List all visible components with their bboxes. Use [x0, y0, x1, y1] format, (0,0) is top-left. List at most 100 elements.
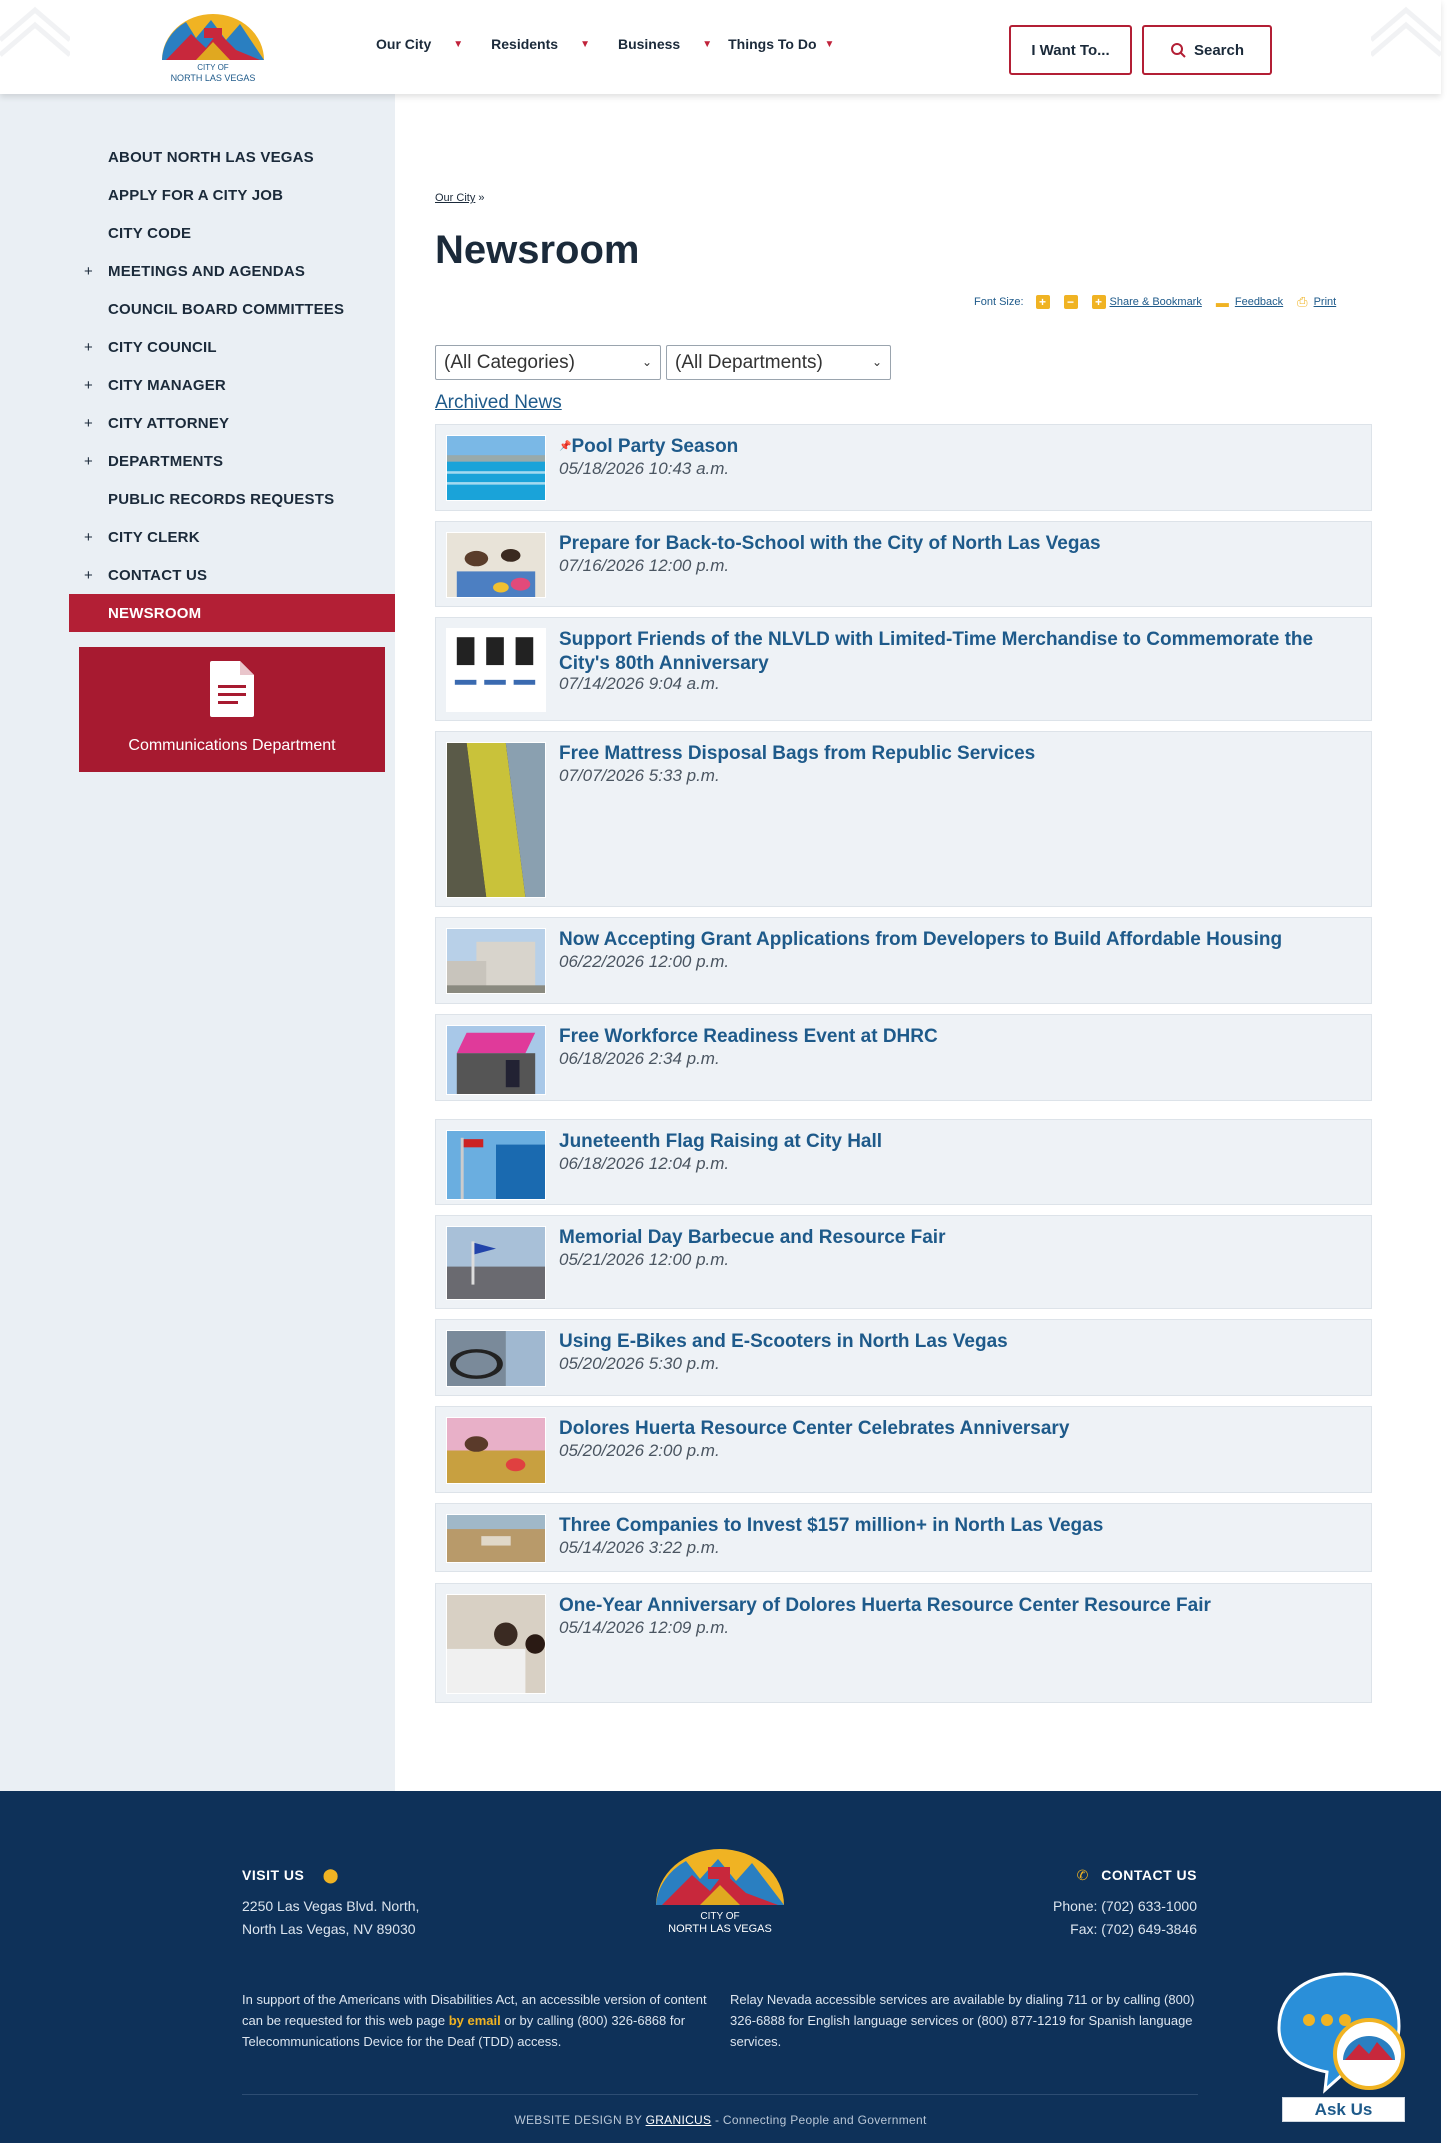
news-thumbnail-image[interactable] [446, 1226, 546, 1300]
expand-plus-icon[interactable]: + [84, 377, 93, 394]
caret-down-icon[interactable]: ▼ [702, 39, 712, 50]
nav-business[interactable]: Business ▼ [618, 36, 728, 52]
news-thumbnail-image[interactable] [446, 928, 546, 994]
relay-statement: Relay Nevada accessible services are ava… [730, 1992, 1195, 2049]
news-thumbnail-image[interactable] [446, 1025, 546, 1095]
news-item[interactable]: One-Year Anniversary of Dolores Huerta R… [435, 1583, 1372, 1703]
news-thumbnail-image[interactable] [446, 742, 546, 898]
news-thumbnail-image[interactable] [446, 1594, 546, 1694]
nav-our-city[interactable]: Our City ▼ [376, 36, 491, 52]
feedback-icon: ▬ [1215, 294, 1229, 310]
granicus-link[interactable]: GRANICUS [646, 2113, 712, 2127]
sidebar-item[interactable]: NEWSROOM [69, 594, 395, 632]
sidebar-item[interactable]: PUBLIC RECORDS REQUESTS [0, 480, 395, 518]
share-bookmark-link[interactable]: Share & Bookmark [1110, 296, 1202, 308]
news-item[interactable]: Now Accepting Grant Applications from De… [435, 917, 1372, 1004]
news-thumbnail-image[interactable] [446, 1130, 546, 1200]
news-title-link[interactable]: Now Accepting Grant Applications from De… [559, 928, 1359, 952]
nav-things-to-do[interactable]: Things To Do ▼ [728, 36, 834, 52]
category-select-value: (All Categories) [444, 351, 575, 373]
sidebar-item-label: CITY CODE [108, 224, 192, 242]
sidebar-item[interactable]: + CITY ATTORNEY [0, 404, 395, 442]
sidebar-item-label: CITY ATTORNEY [108, 414, 230, 432]
news-item[interactable]: Free Workforce Readiness Event at DHRC 06… [435, 1014, 1372, 1101]
department-select-value: (All Departments) [675, 351, 823, 373]
city-logo[interactable]: CITY OF NORTH LAS VEGAS [156, 8, 270, 88]
font-decrease-icon[interactable]: − [1063, 295, 1078, 309]
news-title-link[interactable]: Free Mattress Disposal Bags from Republi… [559, 742, 1359, 766]
print-link[interactable]: Print [1314, 296, 1337, 308]
ada-email-link[interactable]: by email [449, 2013, 501, 2028]
news-title-link[interactable]: Memorial Day Barbecue and Resource Fair [559, 1226, 1359, 1250]
news-title-link[interactable]: Using E-Bikes and E-Scooters in North La… [559, 1330, 1359, 1354]
sidebar: ABOUT NORTH LAS VEGAS APPLY FOR A CITY JO… [0, 94, 395, 1791]
search-icon [1170, 43, 1186, 58]
breadcrumb-our-city[interactable]: Our City [435, 192, 475, 204]
news-item[interactable]: Using E-Bikes and E-Scooters in North La… [435, 1319, 1372, 1396]
news-thumbnail-image[interactable] [446, 1330, 546, 1387]
expand-plus-icon[interactable]: + [84, 263, 93, 280]
category-select[interactable]: (All Categories) ⌄ [435, 345, 661, 380]
news-item[interactable]: Prepare for Back-to-School with the City… [435, 521, 1372, 607]
news-thumbnail-image[interactable] [446, 1417, 546, 1484]
sidebar-item[interactable]: + CITY COUNCIL [0, 328, 395, 366]
news-title-link[interactable]: Dolores Huerta Resource Center Celebrate… [559, 1417, 1359, 1441]
news-item[interactable]: Three Companies to Invest $157 million+ … [435, 1503, 1372, 1572]
credit-post: - Connecting People and Government [714, 2113, 927, 2127]
caret-down-icon[interactable]: ▼ [580, 39, 590, 50]
i-want-to-button[interactable]: I Want To... [1009, 25, 1132, 75]
news-title-text: Memorial Day Barbecue and Resource Fair [559, 1227, 946, 1248]
sidebar-item[interactable]: COUNCIL BOARD COMMITTEES [0, 290, 395, 328]
archived-news-link[interactable]: Archived News [435, 392, 562, 414]
news-item[interactable]: Support Friends of the NLVLD with Limite… [435, 617, 1372, 721]
news-item[interactable]: Free Mattress Disposal Bags from Republi… [435, 731, 1372, 907]
news-thumbnail-image[interactable] [446, 628, 546, 712]
news-title-text: Prepare for Back-to-School with the City… [559, 533, 1101, 554]
news-title-link[interactable]: One-Year Anniversary of Dolores Huerta R… [559, 1594, 1359, 1618]
sidebar-item[interactable]: + CONTACT US [0, 556, 395, 594]
sidebar-item[interactable]: APPLY FOR A CITY JOB [0, 176, 395, 214]
news-item[interactable]: Memorial Day Barbecue and Resource Fair 0… [435, 1215, 1372, 1309]
news-title-link[interactable]: Juneteenth Flag Raising at City Hall [559, 1130, 1359, 1154]
fax-number: Fax: (702) 649-3846 [1070, 1921, 1197, 1937]
news-thumbnail-image[interactable] [446, 532, 546, 598]
news-thumbnail-image[interactable] [446, 435, 546, 501]
news-title-link[interactable]: Free Workforce Readiness Event at DHRC [559, 1025, 1359, 1049]
department-select[interactable]: (All Departments) ⌄ [666, 345, 891, 380]
footer-city-logo[interactable]: CITY OF NORTH LAS VEGAS [652, 1845, 788, 1940]
search-button[interactable]: Search [1142, 25, 1272, 75]
news-title-link[interactable]: 📌Pool Party Season [559, 435, 1359, 459]
news-item[interactable]: Juneteenth Flag Raising at City Hall 06/1… [435, 1119, 1372, 1205]
news-title-link[interactable]: Three Companies to Invest $157 million+ … [559, 1514, 1359, 1538]
news-thumbnail-image[interactable] [446, 1514, 546, 1563]
caret-down-icon[interactable]: ▼ [825, 39, 835, 50]
news-item[interactable]: Dolores Huerta Resource Center Celebrate… [435, 1406, 1372, 1493]
expand-plus-icon[interactable]: + [84, 339, 93, 356]
sidebar-item[interactable]: + CITY MANAGER [0, 366, 395, 404]
news-title-link[interactable]: Support Friends of the NLVLD with Limite… [559, 628, 1359, 676]
news-title-text: Pool Party Season [571, 436, 739, 457]
font-size-label: Font Size: [974, 296, 1024, 308]
caret-down-icon[interactable]: ▼ [453, 39, 463, 50]
feedback-link[interactable]: Feedback [1235, 296, 1283, 308]
ask-us-button[interactable]: Ask Us [1282, 2097, 1405, 2122]
contact-us-heading: ✆ CONTACT US [1077, 1867, 1197, 1884]
expand-plus-icon[interactable]: + [84, 453, 93, 470]
expand-plus-icon[interactable]: + [84, 415, 93, 432]
sidebar-item[interactable]: + MEETINGS AND AGENDAS [0, 252, 395, 290]
sidebar-item[interactable]: + CITY CLERK [0, 518, 395, 556]
sidebar-item[interactable]: ABOUT NORTH LAS VEGAS [0, 138, 395, 176]
footer-divider [242, 2094, 1198, 2095]
font-increase-icon[interactable]: + [1035, 295, 1050, 309]
communications-department-card[interactable]: Communications Department [79, 647, 385, 772]
news-item[interactable]: 📌Pool Party Season 05/18/2026 10:43 a.m. [435, 424, 1372, 511]
sidebar-item-label: CITY CLERK [108, 528, 200, 546]
news-title-link[interactable]: Prepare for Back-to-School with the City… [559, 532, 1359, 556]
expand-plus-icon[interactable]: + [84, 567, 93, 584]
news-date: 05/20/2026 2:00 p.m. [559, 1441, 720, 1460]
phone-number: Phone: (702) 633-1000 [1053, 1898, 1197, 1914]
nav-residents[interactable]: Residents ▼ [491, 36, 618, 52]
sidebar-item[interactable]: + DEPARTMENTS [0, 442, 395, 480]
sidebar-item[interactable]: CITY CODE [0, 214, 395, 252]
expand-plus-icon[interactable]: + [84, 529, 93, 546]
